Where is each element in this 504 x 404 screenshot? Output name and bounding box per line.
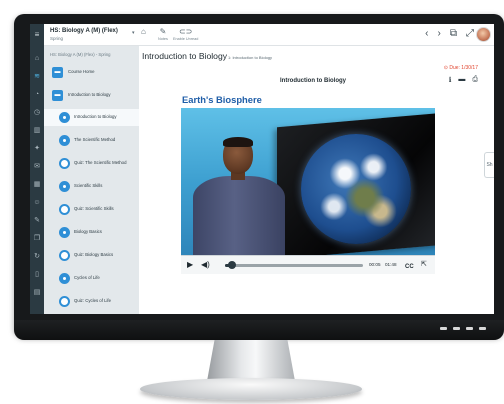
outline-item-label: Quiz: The Scientific Method [74, 160, 127, 165]
outline-item-current[interactable]: Introduction to Biology [44, 109, 139, 126]
outline-item[interactable]: Quiz: Cycles of Life [44, 293, 139, 310]
outline-item-label: Quiz: Scientific Skills [74, 206, 114, 211]
quiz-icon [59, 296, 70, 307]
pencil-icon: ✎ [159, 27, 167, 36]
quiz-icon [59, 250, 70, 261]
video-player[interactable]: ▶ ◀) 00:05 01:48 CC ⇱ [181, 108, 435, 274]
enable-unread-toggle[interactable]: ⊂⊃ Enable Unread [173, 27, 198, 41]
side-panel-tab[interactable]: Sh [484, 152, 494, 178]
popout-icon[interactable]: ⇱ [421, 260, 427, 270]
outline-item-label: Quiz: Biology Basics [74, 252, 114, 257]
volume-icon[interactable]: ◀) [201, 260, 210, 270]
seek-handle[interactable] [227, 261, 236, 269]
lesson-icon [59, 135, 70, 146]
monitor-stage: ≡ HS: Biology A (M) (Flex) Spring ▾ ⌂ ✎ … [0, 0, 504, 404]
outline-header: HS: Biology A (M) (Flex) - Spring [50, 52, 111, 57]
edit-icon[interactable]: ✎ [30, 216, 44, 225]
chart-icon[interactable]: ▤ [30, 288, 44, 297]
presenter-figure [189, 137, 299, 274]
outline-item-label: Introduction to Biology [68, 92, 111, 97]
home-button[interactable]: ⌂ [141, 27, 146, 37]
expand-icon[interactable]: ⤢ [466, 28, 474, 40]
monitor-buttons [440, 327, 486, 330]
outline-item-label: Introduction to Biology [74, 114, 117, 119]
play-icon[interactable]: ▶ [187, 260, 193, 270]
megaphone-icon[interactable]: ✦ [30, 144, 44, 153]
quiz-icon [59, 158, 70, 169]
bookmark-icon[interactable]: ▬ [458, 76, 465, 84]
gauge-icon[interactable]: ◔ [30, 90, 44, 99]
chevron-left-icon[interactable]: ‹ [425, 28, 428, 40]
outline-item-label: Cycles of Life [74, 275, 100, 280]
lesson-icon [59, 112, 70, 123]
folder-icon: ▬ [52, 67, 63, 78]
lesson-actions: ℹ ▬ ⎙ [449, 76, 478, 84]
captions-button[interactable]: CC [405, 262, 414, 272]
outline-item[interactable]: Quiz: The Scientific Method [44, 155, 139, 172]
outline-item-course-home[interactable]: ▬ Course Home [44, 64, 139, 81]
monitor-chin [14, 320, 504, 340]
monitor-stand-base [140, 378, 362, 400]
files-icon[interactable]: ❐ [30, 234, 44, 243]
print-icon[interactable]: ⎙ [472, 76, 478, 84]
earth-globe-image [301, 134, 411, 244]
quiz-icon [59, 204, 70, 215]
lesson-icon [59, 273, 70, 284]
grades-icon[interactable]: ▥ [30, 126, 44, 135]
current-time: 00:05 [369, 262, 381, 267]
due-date: ⊙ Due: 1/30/17 [444, 65, 478, 71]
lesson-icon [59, 181, 70, 192]
due-date-text: Due: 1/30/17 [449, 65, 478, 71]
lesson-icon [59, 227, 70, 238]
section-title: Introduction to Biology [280, 78, 346, 84]
calendar-icon[interactable]: ▦ [30, 180, 44, 189]
outline-item-label: Scientific Skills [74, 183, 103, 188]
people-icon[interactable]: ☺ [30, 198, 44, 207]
outline-item-label: The Scientific Method [74, 137, 116, 142]
outline-item[interactable]: Scientific Skills [44, 178, 139, 195]
copy-icon[interactable]: ⧉ [450, 28, 457, 40]
course-title[interactable]: HS: Biology A (M) (Flex) [50, 28, 118, 34]
lesson-heading: Earth's Biosphere [182, 94, 262, 105]
enable-unread-label: Enable Unread [173, 37, 199, 41]
screen: ≡ HS: Biology A (M) (Flex) Spring ▾ ⌂ ✎ … [30, 24, 494, 314]
left-rail: ⌂ ≋ ◔ ◷ ▥ ✦ ✉ ▦ ☺ ✎ ❐ ↻ ▯ ▤ [30, 46, 44, 314]
toggle-icon: ⊂⊃ [178, 27, 193, 36]
breadcrumb: 1: Introduction to Biology [228, 55, 273, 60]
duration: 01:48 [385, 262, 397, 267]
outline-item[interactable]: The Scientific Method [44, 132, 139, 149]
outline-item[interactable]: Quiz: Scientific Skills [44, 201, 139, 218]
top-nav: ‹ › ⧉ ⤢ [425, 28, 474, 40]
mail-icon[interactable]: ✉ [30, 162, 44, 171]
seek-bar[interactable] [225, 261, 363, 269]
outline-item[interactable]: Cycles of Life [44, 270, 139, 287]
course-subtitle: Spring [50, 36, 64, 41]
notes-label: Notes [158, 37, 168, 41]
folder-icon: ▬ [52, 90, 63, 101]
home-icon: ⌂ [141, 27, 146, 36]
main-content: Introduction to Biology 1: Introduction … [140, 46, 494, 314]
outline-item-label: Quiz: Cycles of Life [74, 298, 112, 303]
outline-item[interactable]: Biology Basics [44, 224, 139, 241]
home-icon[interactable]: ⌂ [30, 54, 44, 63]
monitor-stand-neck [206, 340, 296, 382]
menu-icon[interactable]: ≡ [30, 24, 44, 46]
outline-item-label: Course Home [68, 69, 95, 74]
notes-button[interactable]: ✎ Notes [158, 27, 168, 41]
clock-icon[interactable]: ◷ [30, 108, 44, 117]
top-bar: ≡ HS: Biology A (M) (Flex) Spring ▾ ⌂ ✎ … [30, 24, 494, 46]
info-icon[interactable]: ℹ [449, 76, 452, 84]
course-icon[interactable]: ≋ [30, 72, 44, 81]
chevron-right-icon[interactable]: › [438, 28, 441, 40]
book-icon[interactable]: ▯ [30, 270, 44, 279]
video-controls: ▶ ◀) 00:05 01:48 CC ⇱ [181, 255, 435, 274]
chevron-down-icon[interactable]: ▾ [132, 30, 135, 36]
avatar[interactable] [476, 27, 491, 42]
course-outline: HS: Biology A (M) (Flex) - Spring ▬ Cour… [44, 46, 139, 314]
outline-item-unit[interactable]: ▬ Introduction to Biology [44, 87, 139, 104]
page-title: Introduction to Biology [142, 51, 228, 61]
refresh-icon[interactable]: ↻ [30, 252, 44, 261]
outline-item[interactable]: Quiz: Biology Basics [44, 247, 139, 264]
outline-item-label: Biology Basics [74, 229, 102, 234]
